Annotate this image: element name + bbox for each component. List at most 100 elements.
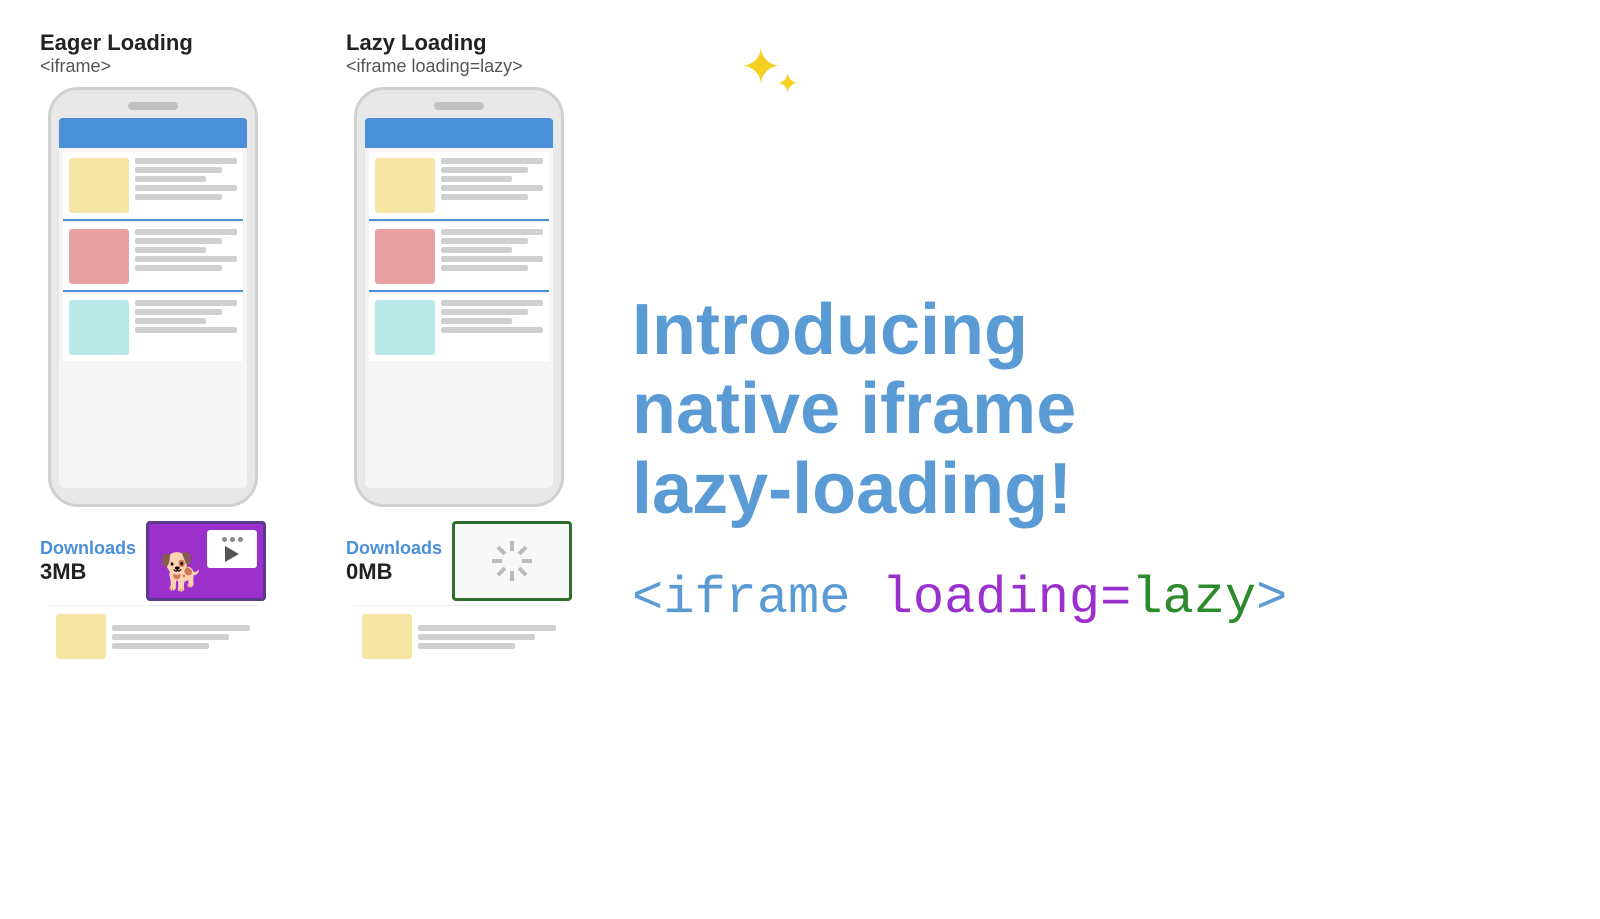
lazy-page-section-3	[369, 294, 549, 361]
phones-comparison: Eager Loading <iframe>	[40, 30, 572, 667]
text-line	[135, 238, 222, 244]
code-snippet: <iframe loading=lazy>	[632, 569, 1560, 628]
lazy-text-lines-2	[441, 229, 543, 271]
text-line	[135, 158, 237, 164]
phone-top-bar	[59, 118, 247, 148]
text-line	[441, 300, 543, 306]
page-section-3	[63, 294, 243, 361]
eager-phone-content	[59, 148, 247, 488]
spinner-icon	[487, 536, 537, 586]
text-line	[441, 194, 528, 200]
lazy-yellow-block	[375, 158, 435, 213]
text-line	[112, 643, 209, 649]
eager-downloads-area: Downloads 3MB 🐕	[40, 521, 266, 601]
lazy-label: Lazy Loading <iframe loading=lazy>	[346, 30, 523, 77]
text-lines-2	[135, 229, 237, 271]
eager-downloads-size: 3MB	[40, 559, 136, 585]
text-lines-3	[135, 300, 237, 333]
eager-phone-screen	[59, 118, 247, 488]
lazy-phone-content	[365, 148, 553, 488]
bottom-yellow-block	[56, 614, 106, 659]
eager-loading-column: Eager Loading <iframe>	[40, 30, 266, 667]
intro-line-3: lazy-loading!	[632, 450, 1560, 529]
text-line	[441, 247, 512, 253]
text-line	[441, 318, 512, 324]
eager-phone	[48, 87, 258, 507]
lazy-phone	[354, 87, 564, 507]
red-block	[69, 229, 129, 284]
text-line	[135, 327, 237, 333]
phone-speaker-2	[434, 102, 484, 110]
lazy-loading-column: Lazy Loading <iframe loading=lazy>	[346, 30, 572, 667]
page-section-2	[63, 223, 243, 292]
sparkle-decoration: ✦✦	[740, 42, 782, 92]
text-line	[418, 625, 556, 631]
lazy-downloads-area: Downloads 0MB	[346, 521, 572, 601]
lazy-text-lines-3	[441, 300, 543, 333]
intro-line-2: native iframe	[632, 370, 1560, 449]
text-line	[441, 167, 528, 173]
video-icon	[207, 530, 257, 568]
text-line	[441, 327, 543, 333]
text-line	[112, 634, 229, 640]
lazy-bottom-card	[354, 605, 564, 667]
lazy-title: Lazy Loading	[346, 30, 523, 56]
text-line	[441, 158, 543, 164]
phone-speaker	[128, 102, 178, 110]
text-line	[135, 176, 206, 182]
code-close-part: >	[1256, 569, 1287, 628]
text-line	[135, 265, 222, 271]
text-line	[135, 167, 222, 173]
text-line	[441, 229, 543, 235]
lazy-bottom-text-lines	[418, 614, 556, 659]
text-line	[441, 256, 543, 262]
eager-downloads-label: Downloads 3MB	[40, 538, 136, 585]
text-line	[135, 318, 206, 324]
lazy-page-section-1	[369, 152, 549, 221]
text-line	[135, 256, 237, 262]
text-line	[441, 176, 512, 182]
main-container: Eager Loading <iframe>	[0, 0, 1600, 919]
bottom-text-lines	[112, 614, 250, 659]
text-line	[112, 625, 250, 631]
text-line	[441, 309, 528, 315]
lazy-downloads-size: 0MB	[346, 559, 442, 585]
lazy-phone-screen	[365, 118, 553, 488]
text-line	[418, 643, 515, 649]
text-line	[135, 300, 237, 306]
eager-title: Eager Loading	[40, 30, 193, 56]
eager-downloads-text: Downloads	[40, 538, 136, 559]
lazy-text-lines-1	[441, 158, 543, 200]
play-button-icon	[225, 546, 239, 562]
code-loading-part: loading=	[882, 569, 1132, 628]
text-line	[135, 247, 206, 253]
yellow-block	[69, 158, 129, 213]
text-line	[135, 185, 237, 191]
text-line	[135, 309, 222, 315]
page-section-1	[63, 152, 243, 221]
lazy-iframe-thumbnail	[452, 521, 572, 601]
dog-icon: 🐕	[159, 551, 204, 593]
lazy-red-block	[375, 229, 435, 284]
text-lines-1	[135, 158, 237, 200]
code-lazy-part: lazy	[1131, 569, 1256, 628]
phone-top-bar-2	[365, 118, 553, 148]
text-line	[135, 229, 237, 235]
text-line	[441, 238, 528, 244]
right-section: Introducing native iframe lazy-loading! …	[572, 30, 1560, 889]
code-iframe-part: <iframe	[632, 569, 882, 628]
eager-label: Eager Loading <iframe>	[40, 30, 193, 77]
eager-subtitle: <iframe>	[40, 56, 193, 77]
intro-line-1: Introducing	[632, 291, 1560, 370]
lazy-downloads-label: Downloads 0MB	[346, 538, 442, 585]
text-line	[418, 634, 535, 640]
lazy-bottom-yellow-block	[362, 614, 412, 659]
intro-heading: Introducing native iframe lazy-loading!	[632, 291, 1560, 529]
lazy-cyan-block	[375, 300, 435, 355]
cyan-block	[69, 300, 129, 355]
text-line	[441, 265, 528, 271]
lazy-subtitle: <iframe loading=lazy>	[346, 56, 523, 77]
lazy-page-section-2	[369, 223, 549, 292]
text-line	[441, 185, 543, 191]
lazy-downloads-text: Downloads	[346, 538, 442, 559]
